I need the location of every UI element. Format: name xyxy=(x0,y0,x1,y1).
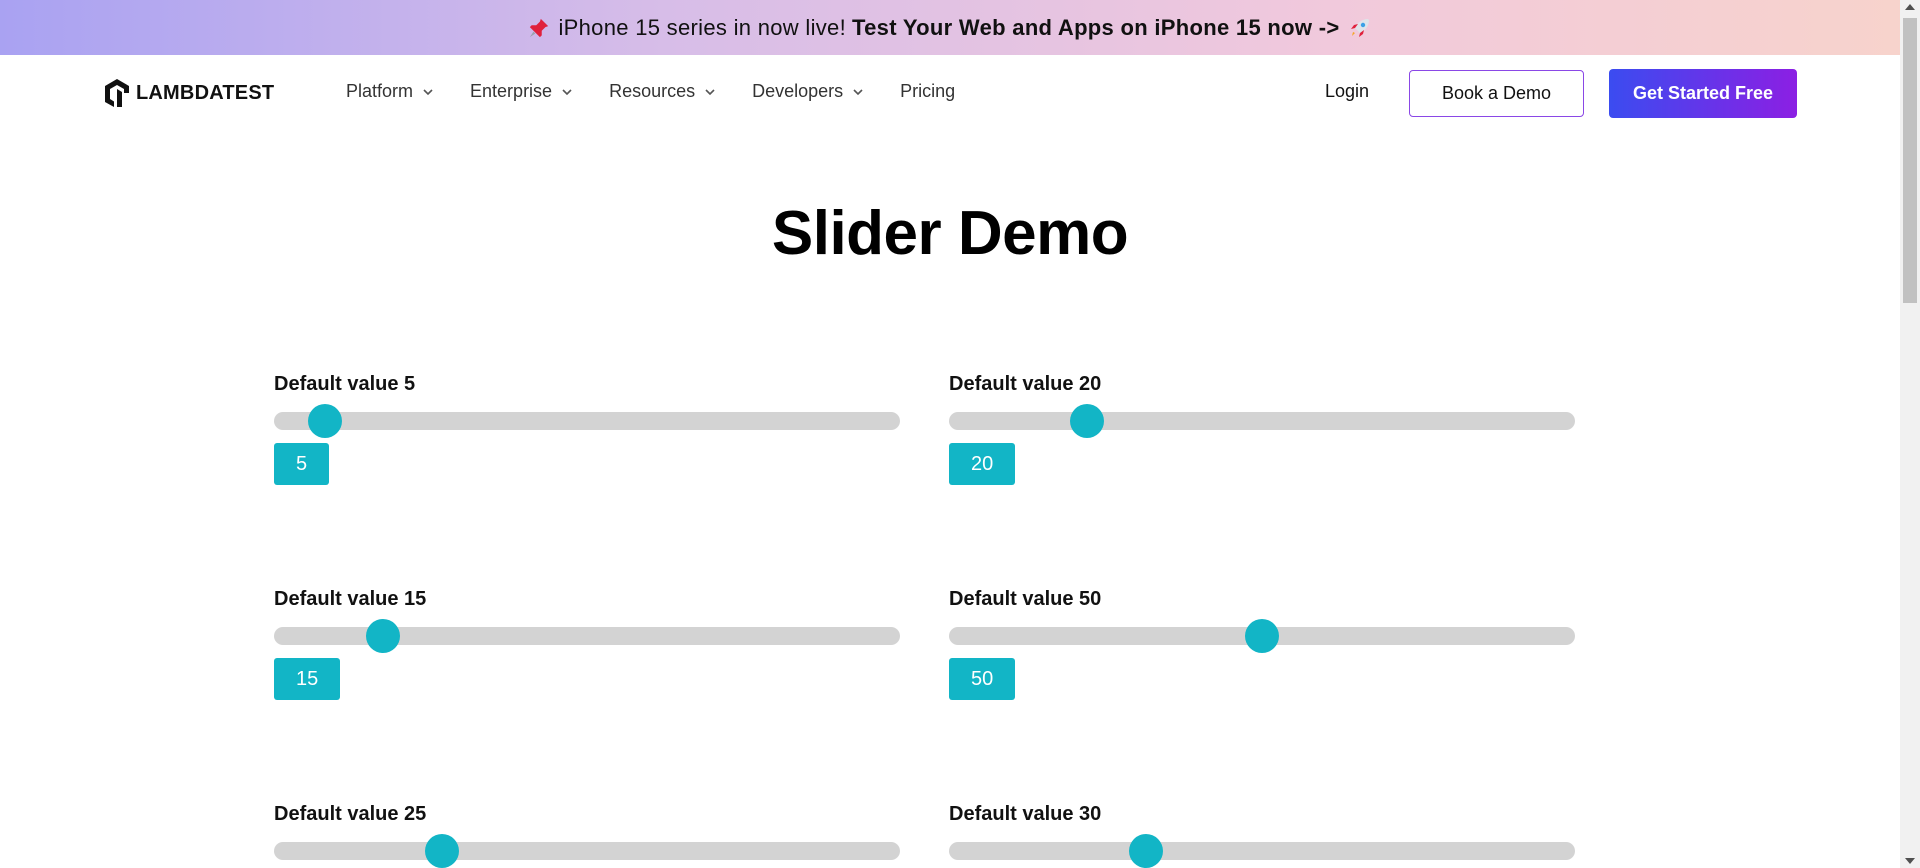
slider-label: Default value 5 xyxy=(274,373,416,395)
menu-resources[interactable]: Resources xyxy=(609,81,717,102)
announcement-banner[interactable]: iPhone 15 series in now live! Test Your … xyxy=(0,0,1900,55)
menu-developers[interactable]: Developers xyxy=(752,81,865,102)
menu-enterprise[interactable]: Enterprise xyxy=(470,81,574,102)
slider-value-output: 50 xyxy=(949,658,1016,700)
scroll-down-arrow-icon[interactable] xyxy=(1905,858,1915,864)
login-link[interactable]: Login xyxy=(1325,81,1369,102)
scroll-up-arrow-icon[interactable] xyxy=(1905,4,1915,10)
slider-thumb[interactable] xyxy=(1128,834,1163,868)
slider-group-1: Default value 5 5 xyxy=(274,371,900,485)
slider-value-output: 20 xyxy=(949,443,1016,485)
menu-label: Enterprise xyxy=(470,81,553,101)
slider-label: Default value 25 xyxy=(274,803,427,825)
slider-group-2: Default value 20 20 xyxy=(949,371,1575,485)
book-demo-button[interactable]: Book a Demo xyxy=(1409,70,1584,117)
lambdatest-logo[interactable]: LAMBDATEST xyxy=(102,77,274,109)
slider-label: Default value 50 xyxy=(949,588,1102,610)
logo-text: LAMBDATEST xyxy=(136,81,275,104)
slider-track[interactable] xyxy=(274,404,900,438)
slider-track[interactable] xyxy=(274,619,900,653)
slider-label: Default value 20 xyxy=(949,373,1102,395)
menu-label: Resources xyxy=(609,81,696,101)
chevron-down-icon xyxy=(562,88,572,95)
slider-track[interactable] xyxy=(949,619,1575,653)
slider-thumb[interactable] xyxy=(1070,404,1105,438)
slider-group-3: Default value 15 15 xyxy=(274,586,900,700)
slider-thumb[interactable] xyxy=(308,404,343,438)
menu-label: Developers xyxy=(752,81,844,101)
slider-thumb[interactable] xyxy=(1245,619,1279,653)
chevron-down-icon xyxy=(853,88,863,95)
banner-text: iPhone 15 series in now live! xyxy=(558,14,847,40)
slider-track[interactable] xyxy=(274,834,900,868)
top-navbar: LAMBDATEST Platform Enterprise Resources… xyxy=(0,55,1900,131)
main-menu: Platform Enterprise Resources Developers… xyxy=(346,81,955,102)
slider-label: Default value 15 xyxy=(274,588,427,610)
slider-thumb[interactable] xyxy=(424,834,459,868)
lambdatest-logo-icon xyxy=(105,79,129,107)
slider-label: Default value 30 xyxy=(949,803,1102,825)
slider-track[interactable] xyxy=(949,834,1575,868)
menu-label: Platform xyxy=(346,81,414,101)
rocket-icon xyxy=(1348,16,1372,40)
slider-track[interactable] xyxy=(949,404,1575,438)
slider-thumb[interactable] xyxy=(366,619,401,653)
page-scrollbar[interactable] xyxy=(1900,0,1920,868)
menu-pricing[interactable]: Pricing xyxy=(900,81,955,102)
scrollbar-thumb[interactable] xyxy=(1903,18,1917,303)
get-started-button[interactable]: Get Started Free xyxy=(1609,69,1797,118)
banner-link[interactable]: Test Your Web and Apps on iPhone 15 now … xyxy=(852,15,1339,41)
pushpin-icon xyxy=(528,17,550,39)
slider-group-5: Default value 25 xyxy=(274,801,900,868)
slider-value-output: 15 xyxy=(274,658,341,700)
chevron-down-icon xyxy=(705,88,715,95)
page-title: Slider Demo xyxy=(771,199,1129,268)
menu-platform[interactable]: Platform xyxy=(346,81,435,102)
slider-value-output: 5 xyxy=(274,443,330,485)
menu-label: Pricing xyxy=(900,81,956,101)
chevron-down-icon xyxy=(423,88,433,95)
slider-group-6: Default value 30 xyxy=(949,801,1575,868)
slider-group-4: Default value 50 50 xyxy=(949,586,1575,700)
